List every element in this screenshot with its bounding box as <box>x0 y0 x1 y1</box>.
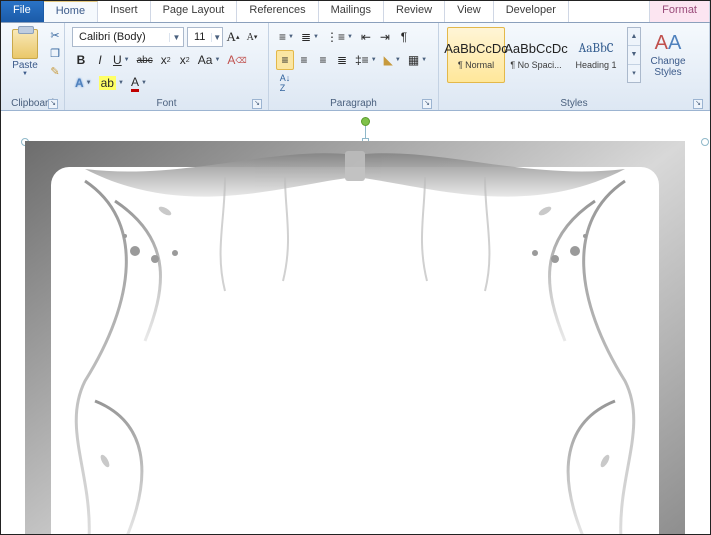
align-right-icon: ≡ <box>319 53 326 67</box>
bullets-icon: ≡ <box>279 30 286 44</box>
paste-dropdown-icon[interactable]: ▼ <box>22 71 28 77</box>
document-area[interactable] <box>1 111 710 534</box>
styles-launcher[interactable]: ↘ <box>693 99 703 109</box>
tab-format[interactable]: Format <box>649 1 710 22</box>
clear-formatting-button[interactable]: A⌫ <box>224 50 249 70</box>
group-clipboard: Paste ▼ ✂ ❐ ✎ Clipboard↘ <box>1 23 65 110</box>
multilevel-icon: ⋮≡ <box>326 30 345 44</box>
group-styles: AaBbCcDc ¶ Normal AaBbCcDc ¶ No Spaci...… <box>439 23 710 110</box>
sort-button[interactable]: A↓Z <box>276 73 294 93</box>
font-size-value: 11 <box>188 31 211 43</box>
group-label-paragraph: Paragraph↘ <box>273 98 434 110</box>
font-size-dropdown-icon[interactable]: ▼ <box>211 33 222 42</box>
justify-button[interactable]: ≣ <box>333 50 351 70</box>
bold-button[interactable]: B <box>72 50 90 70</box>
paste-icon <box>12 29 38 59</box>
tab-file[interactable]: File <box>1 1 44 22</box>
styles-gallery-scroll: ▲ ▼ ▾ <box>627 27 641 83</box>
group-label-font: Font↘ <box>69 98 264 110</box>
inc-indent-icon: ⇥ <box>380 30 390 44</box>
shrink-font-button[interactable]: A▾ <box>243 27 261 47</box>
dec-indent-icon: ⇤ <box>361 30 371 44</box>
cut-button[interactable]: ✂ <box>47 27 63 43</box>
grow-font-button[interactable]: A▴ <box>224 27 242 47</box>
style-heading1[interactable]: AaBbC Heading 1 <box>567 27 625 83</box>
style-preview: AaBbC <box>579 41 614 56</box>
tab-page-layout[interactable]: Page Layout <box>151 1 238 22</box>
handle-top-right[interactable] <box>701 138 709 146</box>
shading-button[interactable]: ◣▼ <box>381 50 404 70</box>
font-name-combo[interactable]: Calibri (Body) ▼ <box>72 27 184 47</box>
font-launcher[interactable]: ↘ <box>252 99 262 109</box>
line-spacing-icon: ‡≡ <box>355 53 369 67</box>
clipboard-launcher[interactable]: ↘ <box>48 99 58 109</box>
align-left-icon: ≡ <box>281 53 288 67</box>
inc-indent-button[interactable]: ⇥ <box>376 27 394 47</box>
superscript-button[interactable]: x2 <box>176 50 194 70</box>
numbering-icon: ≣ <box>301 30 311 44</box>
style-no-spacing[interactable]: AaBbCcDc ¶ No Spaci... <box>507 27 565 83</box>
change-styles-button[interactable]: AA Change Styles <box>647 27 689 78</box>
italic-button[interactable]: I <box>91 50 109 70</box>
tab-view[interactable]: View <box>445 1 494 22</box>
group-font: Calibri (Body) ▼ 11 ▼ A▴ A▾ B I U▼ abc x… <box>65 23 269 110</box>
tab-developer[interactable]: Developer <box>494 1 569 22</box>
bullets-button[interactable]: ≡▼ <box>276 27 297 47</box>
align-left-button[interactable]: ≡ <box>276 50 294 70</box>
multilevel-button[interactable]: ⋮≡▼ <box>323 27 356 47</box>
style-preview: AaBbCcDc <box>504 41 568 56</box>
pilcrow-icon: ¶ <box>401 30 407 44</box>
subscript-button[interactable]: x2 <box>157 50 175 70</box>
rotate-handle[interactable] <box>361 117 370 126</box>
font-size-combo[interactable]: 11 ▼ <box>187 27 223 47</box>
change-case-button[interactable]: Aa▼ <box>195 50 224 70</box>
tab-home[interactable]: Home <box>44 1 98 22</box>
page <box>25 141 685 534</box>
text-effects-button[interactable]: A▼ <box>72 73 95 93</box>
underline-button[interactable]: U▼ <box>110 50 133 70</box>
tab-strip: File Home Insert Page Layout References … <box>1 1 710 23</box>
tab-insert[interactable]: Insert <box>98 1 151 22</box>
sort-icon: A↓Z <box>280 73 291 93</box>
group-paragraph: ≡▼ ≣▼ ⋮≡▼ ⇤ ⇥ ¶ ≡ ≡ ≡ ≣ ‡≡▼ ◣▼ ▦▼ A↓Z Pa… <box>269 23 439 110</box>
style-caption: ¶ No Spaci... <box>510 60 561 70</box>
align-right-button[interactable]: ≡ <box>314 50 332 70</box>
tab-review[interactable]: Review <box>384 1 445 22</box>
decorative-border-image[interactable] <box>25 141 685 534</box>
change-styles-icon: AA <box>655 31 682 55</box>
tab-references[interactable]: References <box>237 1 318 22</box>
paste-button[interactable]: Paste ▼ <box>7 27 43 79</box>
group-label-styles: Styles↘ <box>443 98 705 110</box>
change-styles-label: Change Styles <box>647 56 689 78</box>
styles-scroll-up[interactable]: ▲ <box>628 28 640 46</box>
font-color-button[interactable]: A▼ <box>128 73 150 93</box>
paragraph-launcher[interactable]: ↘ <box>422 99 432 109</box>
style-preview: AaBbCcDc <box>444 41 508 56</box>
show-marks-button[interactable]: ¶ <box>395 27 413 47</box>
line-spacing-button[interactable]: ‡≡▼ <box>352 50 380 70</box>
font-name-dropdown-icon[interactable]: ▼ <box>169 33 183 42</box>
styles-expand[interactable]: ▾ <box>628 65 640 82</box>
style-caption: Heading 1 <box>575 60 616 70</box>
style-normal[interactable]: AaBbCcDc ¶ Normal <box>447 27 505 83</box>
justify-icon: ≣ <box>337 53 347 67</box>
styles-scroll-down[interactable]: ▼ <box>628 46 640 64</box>
font-name-value: Calibri (Body) <box>73 31 169 43</box>
copy-button[interactable]: ❐ <box>47 45 63 61</box>
borders-icon: ▦ <box>408 53 419 67</box>
align-center-icon: ≡ <box>300 53 307 67</box>
style-caption: ¶ Normal <box>458 60 494 70</box>
highlight-button[interactable]: ab▼ <box>96 73 127 93</box>
borders-button[interactable]: ▦▼ <box>405 50 430 70</box>
numbering-button[interactable]: ≣▼ <box>298 27 322 47</box>
bucket-icon: ◣ <box>384 53 393 67</box>
align-center-button[interactable]: ≡ <box>295 50 313 70</box>
group-label-clipboard: Clipboard↘ <box>5 98 60 110</box>
format-painter-button[interactable]: ✎ <box>47 63 63 79</box>
ribbon: Paste ▼ ✂ ❐ ✎ Clipboard↘ Calibri (Body) … <box>1 23 710 111</box>
dec-indent-button[interactable]: ⇤ <box>357 27 375 47</box>
strike-button[interactable]: abc <box>134 50 156 70</box>
tab-mailings[interactable]: Mailings <box>319 1 384 22</box>
paste-label: Paste <box>12 60 38 71</box>
